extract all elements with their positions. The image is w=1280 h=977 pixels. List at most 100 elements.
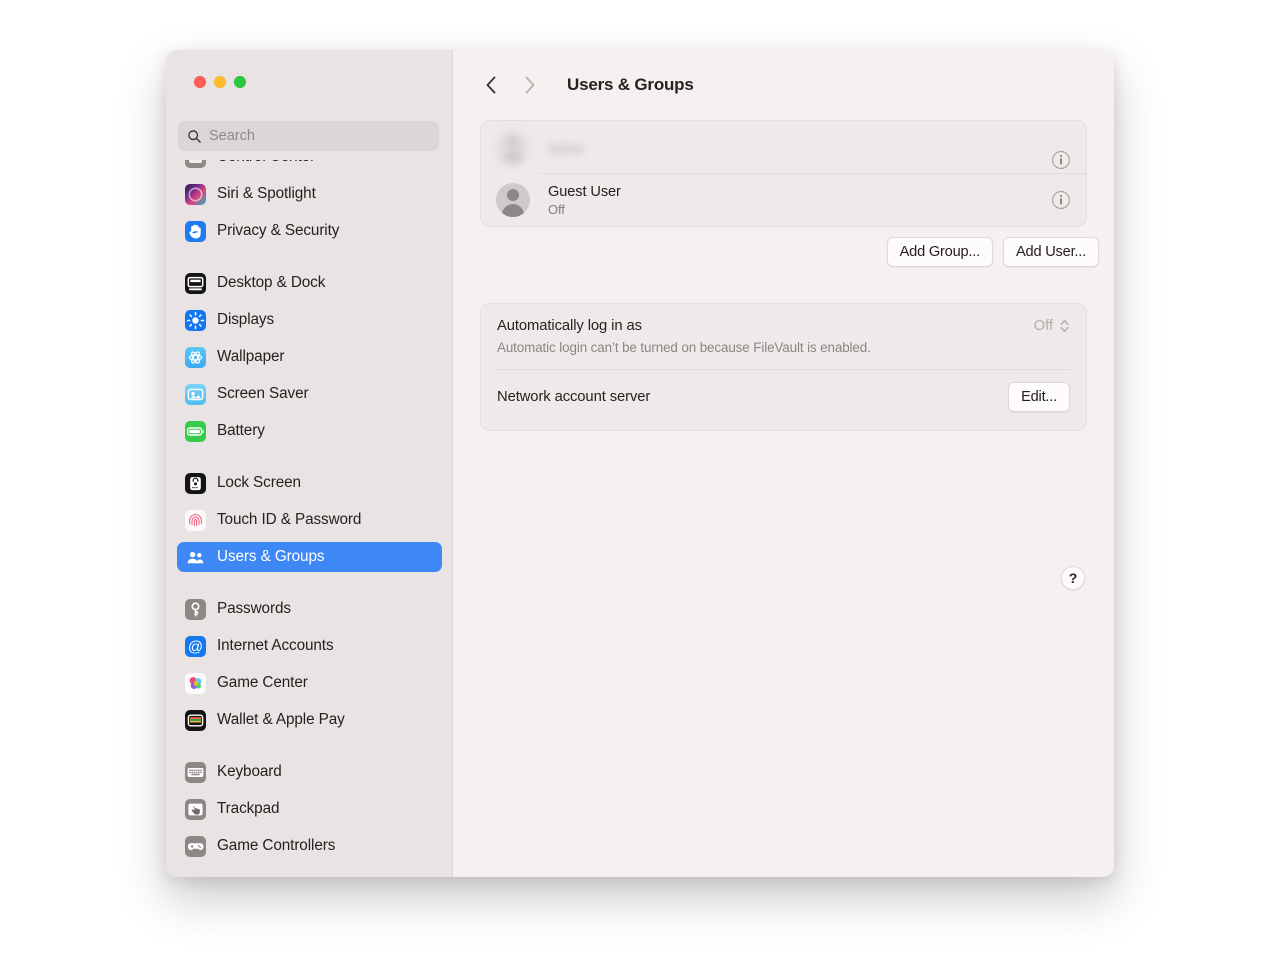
page-title: Users & Groups bbox=[567, 75, 694, 94]
auto-login-description: Automatic login can’t be turned on becau… bbox=[497, 340, 871, 355]
sidebar-item-label: Internet Accounts bbox=[217, 637, 334, 654]
chevron-up-down-icon bbox=[1060, 320, 1069, 332]
window-traffic-lights bbox=[194, 76, 246, 88]
info-circle-icon bbox=[1052, 191, 1070, 209]
sidebar-item-label: Displays bbox=[217, 311, 275, 328]
sidebar-scroll-area[interactable]: Control Center Siri & Spotlight Privacy & … bbox=[166, 160, 453, 877]
network-account-server-label: Network account server bbox=[497, 389, 651, 405]
sidebar-nav-list: Control Center Siri & Spotlight Privacy & … bbox=[166, 160, 453, 861]
sidebar: Search Control Center Siri & Spotlight Pri… bbox=[166, 50, 453, 877]
siri-icon bbox=[185, 183, 206, 205]
zoom-button[interactable] bbox=[234, 76, 246, 88]
sidebar-item-game-controllers[interactable]: Game Controllers bbox=[177, 831, 442, 861]
sidebar-item-label: Users & Groups bbox=[217, 548, 325, 565]
wallpaper-icon bbox=[185, 346, 206, 368]
users-groups-icon bbox=[185, 547, 206, 568]
sidebar-item-game-center[interactable]: Game Center bbox=[177, 668, 442, 698]
search-placeholder: Search bbox=[209, 127, 255, 144]
sidebar-group-separator bbox=[177, 742, 442, 757]
edit-button[interactable]: Edit... bbox=[1008, 382, 1070, 412]
trackpad-icon bbox=[185, 798, 206, 820]
sidebar-item-label: Passwords bbox=[217, 600, 291, 617]
sidebar-item-control-center[interactable]: Control Center bbox=[177, 160, 442, 172]
user-row-admin[interactable]: Admin bbox=[481, 121, 1086, 173]
sidebar-item-label: Screen Saver bbox=[217, 385, 309, 402]
login-settings-card: Automatically log in as Off Automatic lo… bbox=[480, 303, 1087, 431]
forward-button[interactable] bbox=[512, 68, 546, 102]
sidebar-item-label: Keyboard bbox=[217, 763, 282, 780]
displays-icon bbox=[185, 309, 206, 331]
sidebar-item-touch-id-password[interactable]: Touch ID & Password bbox=[177, 505, 442, 535]
chevron-left-icon bbox=[486, 76, 495, 94]
add-user-button[interactable]: Add User... bbox=[1003, 237, 1099, 267]
sidebar-item-internet-accounts[interactable]: @ Internet Accounts bbox=[177, 631, 442, 661]
passwords-key-icon bbox=[185, 598, 206, 620]
sidebar-item-label: Desktop & Dock bbox=[217, 274, 326, 291]
auto-login-label: Automatically log in as bbox=[497, 318, 642, 334]
sidebar-item-keyboard[interactable]: Keyboard bbox=[177, 757, 442, 787]
chevron-right-icon bbox=[525, 76, 534, 94]
help-button[interactable]: ? bbox=[1061, 566, 1085, 590]
sidebar-item-label: Game Center bbox=[217, 674, 308, 691]
sidebar-item-siri-spotlight[interactable]: Siri & Spotlight bbox=[177, 179, 442, 209]
screen-saver-icon bbox=[185, 383, 206, 405]
user-name: Guest User bbox=[548, 183, 621, 200]
sidebar-item-users-groups[interactable]: Users & Groups bbox=[177, 542, 442, 572]
info-button-admin[interactable] bbox=[1051, 150, 1071, 170]
internet-accounts-icon: @ bbox=[185, 635, 206, 657]
sidebar-group-separator bbox=[177, 253, 442, 268]
sidebar-item-label: Wallet & Apple Pay bbox=[217, 711, 345, 728]
sidebar-item-displays[interactable]: Displays bbox=[177, 305, 442, 335]
user-subtitle: Admin bbox=[548, 140, 585, 156]
sidebar-item-lock-screen[interactable]: Lock Screen bbox=[177, 468, 442, 498]
privacy-hand-icon bbox=[185, 220, 206, 242]
search-icon bbox=[188, 129, 201, 143]
touch-id-icon bbox=[185, 509, 206, 531]
sidebar-item-wallet-apple-pay[interactable]: Wallet & Apple Pay bbox=[177, 705, 442, 735]
sidebar-item-label: Game Controllers bbox=[217, 837, 336, 854]
add-group-button[interactable]: Add Group... bbox=[886, 237, 993, 267]
sidebar-item-label: Battery bbox=[217, 422, 265, 439]
sidebar-group-separator bbox=[177, 579, 442, 594]
sidebar-item-passwords[interactable]: Passwords bbox=[177, 594, 442, 624]
avatar bbox=[496, 130, 530, 164]
wallet-icon bbox=[185, 709, 206, 731]
desktop-dock-icon bbox=[185, 272, 206, 294]
sidebar-item-wallpaper[interactable]: Wallpaper bbox=[177, 342, 442, 372]
sidebar-item-label: Siri & Spotlight bbox=[217, 185, 316, 202]
minimize-button[interactable] bbox=[214, 76, 226, 88]
toolbar: Users & Groups bbox=[453, 50, 1114, 120]
close-button[interactable] bbox=[194, 76, 206, 88]
lock-screen-icon bbox=[185, 472, 206, 494]
sidebar-item-battery[interactable]: Battery bbox=[177, 416, 442, 446]
auto-login-value: Off bbox=[1033, 318, 1053, 334]
sidebar-item-label: Lock Screen bbox=[217, 474, 301, 491]
svg-text:@: @ bbox=[188, 638, 203, 655]
network-account-server-row: Network account server Edit... bbox=[481, 370, 1086, 412]
sidebar-item-label: Trackpad bbox=[217, 800, 280, 817]
sidebar-item-label: Control Center bbox=[217, 160, 315, 166]
keyboard-icon bbox=[185, 761, 206, 783]
auto-login-popup[interactable]: Off bbox=[1034, 318, 1070, 334]
user-subtitle: Off bbox=[548, 201, 565, 217]
battery-icon bbox=[185, 420, 206, 442]
auto-login-row: Automatically log in as Off Automatic lo… bbox=[481, 304, 1086, 355]
sidebar-item-privacy-security[interactable]: Privacy & Security bbox=[177, 216, 442, 246]
control-center-icon bbox=[185, 160, 206, 168]
system-settings-window: Search Control Center Siri & Spotlight Pri… bbox=[166, 50, 1114, 877]
info-button-guest[interactable] bbox=[1051, 190, 1071, 210]
sidebar-item-trackpad[interactable]: Trackpad bbox=[177, 794, 442, 824]
back-button[interactable] bbox=[474, 68, 508, 102]
avatar bbox=[496, 183, 530, 217]
sidebar-item-label: Wallpaper bbox=[217, 348, 285, 365]
user-row-guest[interactable]: Guest User Off bbox=[481, 174, 1086, 226]
search-input[interactable]: Search bbox=[178, 121, 439, 151]
sidebar-item-screen-saver[interactable]: Screen Saver bbox=[177, 379, 442, 409]
game-center-icon bbox=[185, 672, 206, 694]
info-circle-icon bbox=[1052, 151, 1070, 169]
content-area: Users & Groups Admin Guest User Off Add … bbox=[453, 50, 1114, 877]
sidebar-item-label: Privacy & Security bbox=[217, 222, 340, 239]
sidebar-item-desktop-dock[interactable]: Desktop & Dock bbox=[177, 268, 442, 298]
sidebar-item-label: Touch ID & Password bbox=[217, 511, 362, 528]
game-controller-icon bbox=[185, 835, 206, 857]
